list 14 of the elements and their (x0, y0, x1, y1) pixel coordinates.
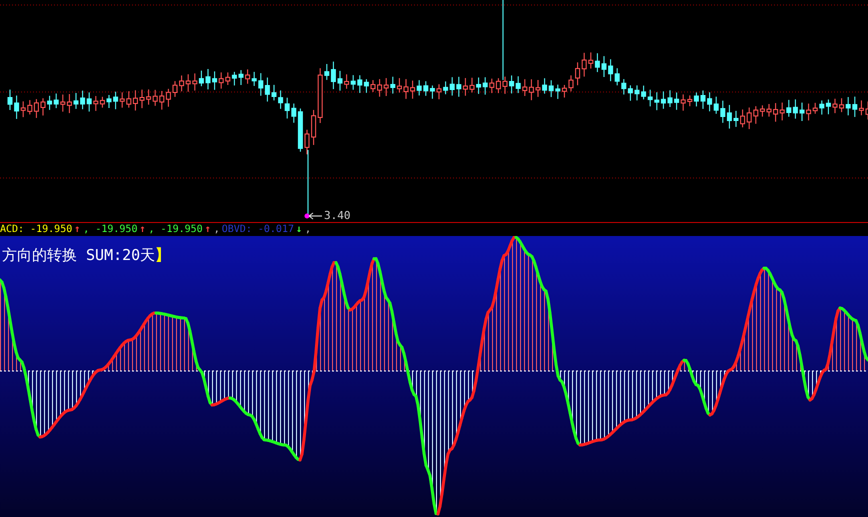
trend-arrow: ↑ (204, 223, 211, 236)
indicator-value: , -19.950 (148, 223, 204, 236)
indicator-value: , (214, 223, 221, 236)
indicator-value: ACD: -19.950 (0, 223, 74, 236)
indicator-title: 方向的转换 SUM:20天 (2, 246, 156, 264)
trend-arrow: ↓ (296, 223, 302, 236)
trend-arrow: ↑ (139, 223, 146, 236)
title-bracket: 】 (155, 246, 170, 264)
low-arrow-icon (304, 212, 322, 220)
trend-arrow: ↑ (74, 223, 80, 236)
indicator-value: OBVD: -0.017 (222, 223, 295, 236)
indicator-value: , -19.950 (83, 223, 138, 236)
low-price-label: 3.40 (324, 209, 350, 222)
indicator-value: , (305, 223, 312, 236)
